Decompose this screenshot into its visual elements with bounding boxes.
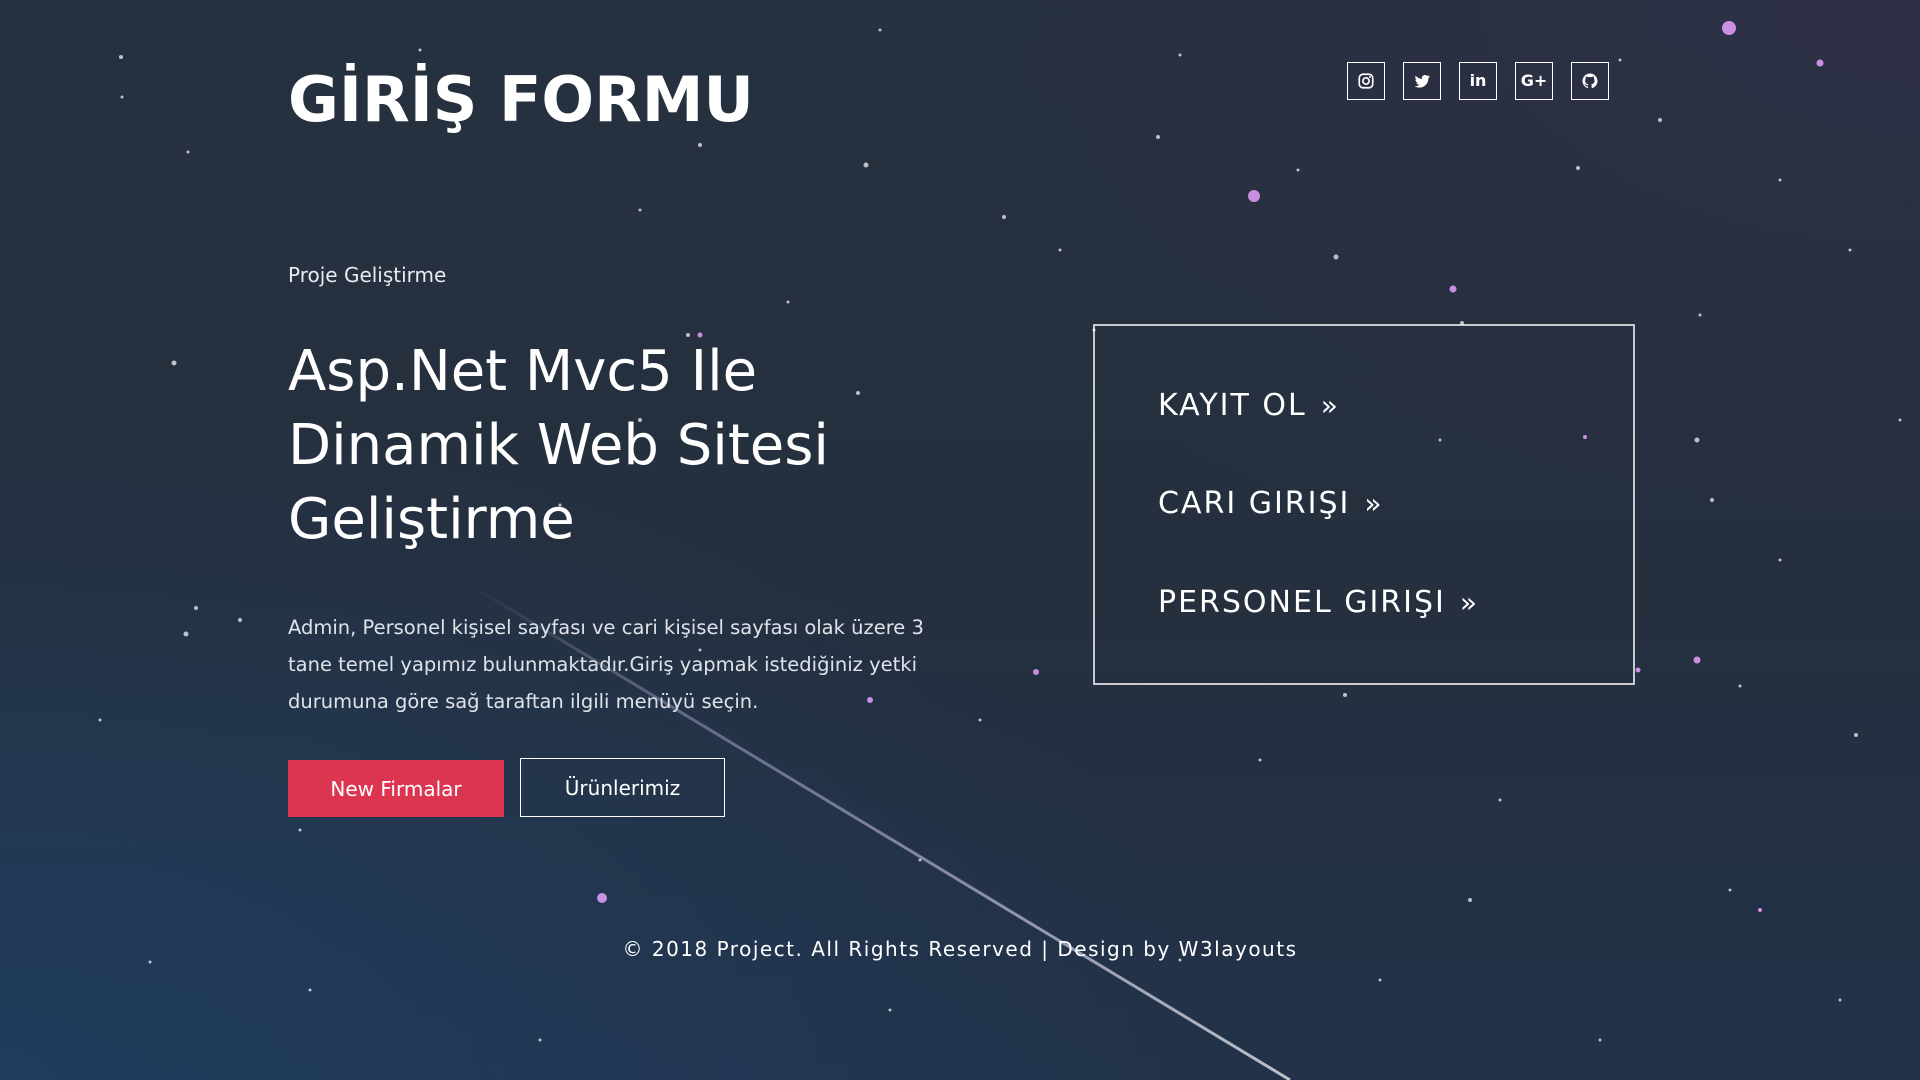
page-title: GİRİŞ FORMU	[288, 63, 754, 136]
login-menu-panel: KAYIT OL » CARI GIRIŞI » PERSONEL GIRIŞI »	[1093, 324, 1635, 685]
new-firmalar-button[interactable]: New Firmalar	[288, 760, 504, 817]
hero-heading-line-2: Dinamik Web Sitesi	[288, 413, 829, 478]
instagram-button[interactable]	[1347, 62, 1385, 100]
register-label: KAYIT OL	[1158, 388, 1307, 423]
google-plus-button[interactable]: G+	[1515, 62, 1553, 100]
github-icon	[1582, 73, 1598, 89]
staff-login-link[interactable]: PERSONEL GIRIŞI »	[1158, 585, 1479, 620]
staff-login-label: PERSONEL GIRIŞI	[1158, 585, 1446, 620]
hero-heading: Asp.Net Mvc5 Ile Dinamik Web Sitesi Geli…	[288, 335, 988, 557]
google-plus-icon: G+	[1520, 71, 1548, 90]
double-chevron-right-icon: »	[1364, 487, 1384, 520]
twitter-button[interactable]	[1403, 62, 1441, 100]
customer-login-label: CARI GIRIŞI	[1158, 486, 1351, 521]
linkedin-button[interactable]: in	[1459, 62, 1497, 100]
hero-heading-line-3: Geliştirme	[288, 487, 575, 552]
hero-description: Admin, Personel kişisel sayfası ve cari …	[288, 616, 924, 713]
twitter-icon	[1414, 74, 1430, 88]
register-link[interactable]: KAYIT OL »	[1158, 388, 1340, 423]
github-button[interactable]	[1571, 62, 1609, 100]
linkedin-icon: in	[1469, 71, 1487, 90]
hero-eyebrow: Proje Geliştirme	[288, 263, 447, 287]
customer-login-link[interactable]: CARI GIRIŞI »	[1158, 486, 1384, 521]
social-links: in G+	[1347, 62, 1609, 100]
double-chevron-right-icon: »	[1320, 389, 1340, 422]
urunlerimiz-button[interactable]: Ürünlerimiz	[520, 758, 725, 817]
footer-copyright: © 2018 Project. All Rights Reserved | De…	[622, 937, 1298, 961]
instagram-icon	[1358, 73, 1374, 89]
double-chevron-right-icon: »	[1459, 586, 1480, 619]
hero-heading-line-1: Asp.Net Mvc5 Ile	[288, 339, 758, 404]
